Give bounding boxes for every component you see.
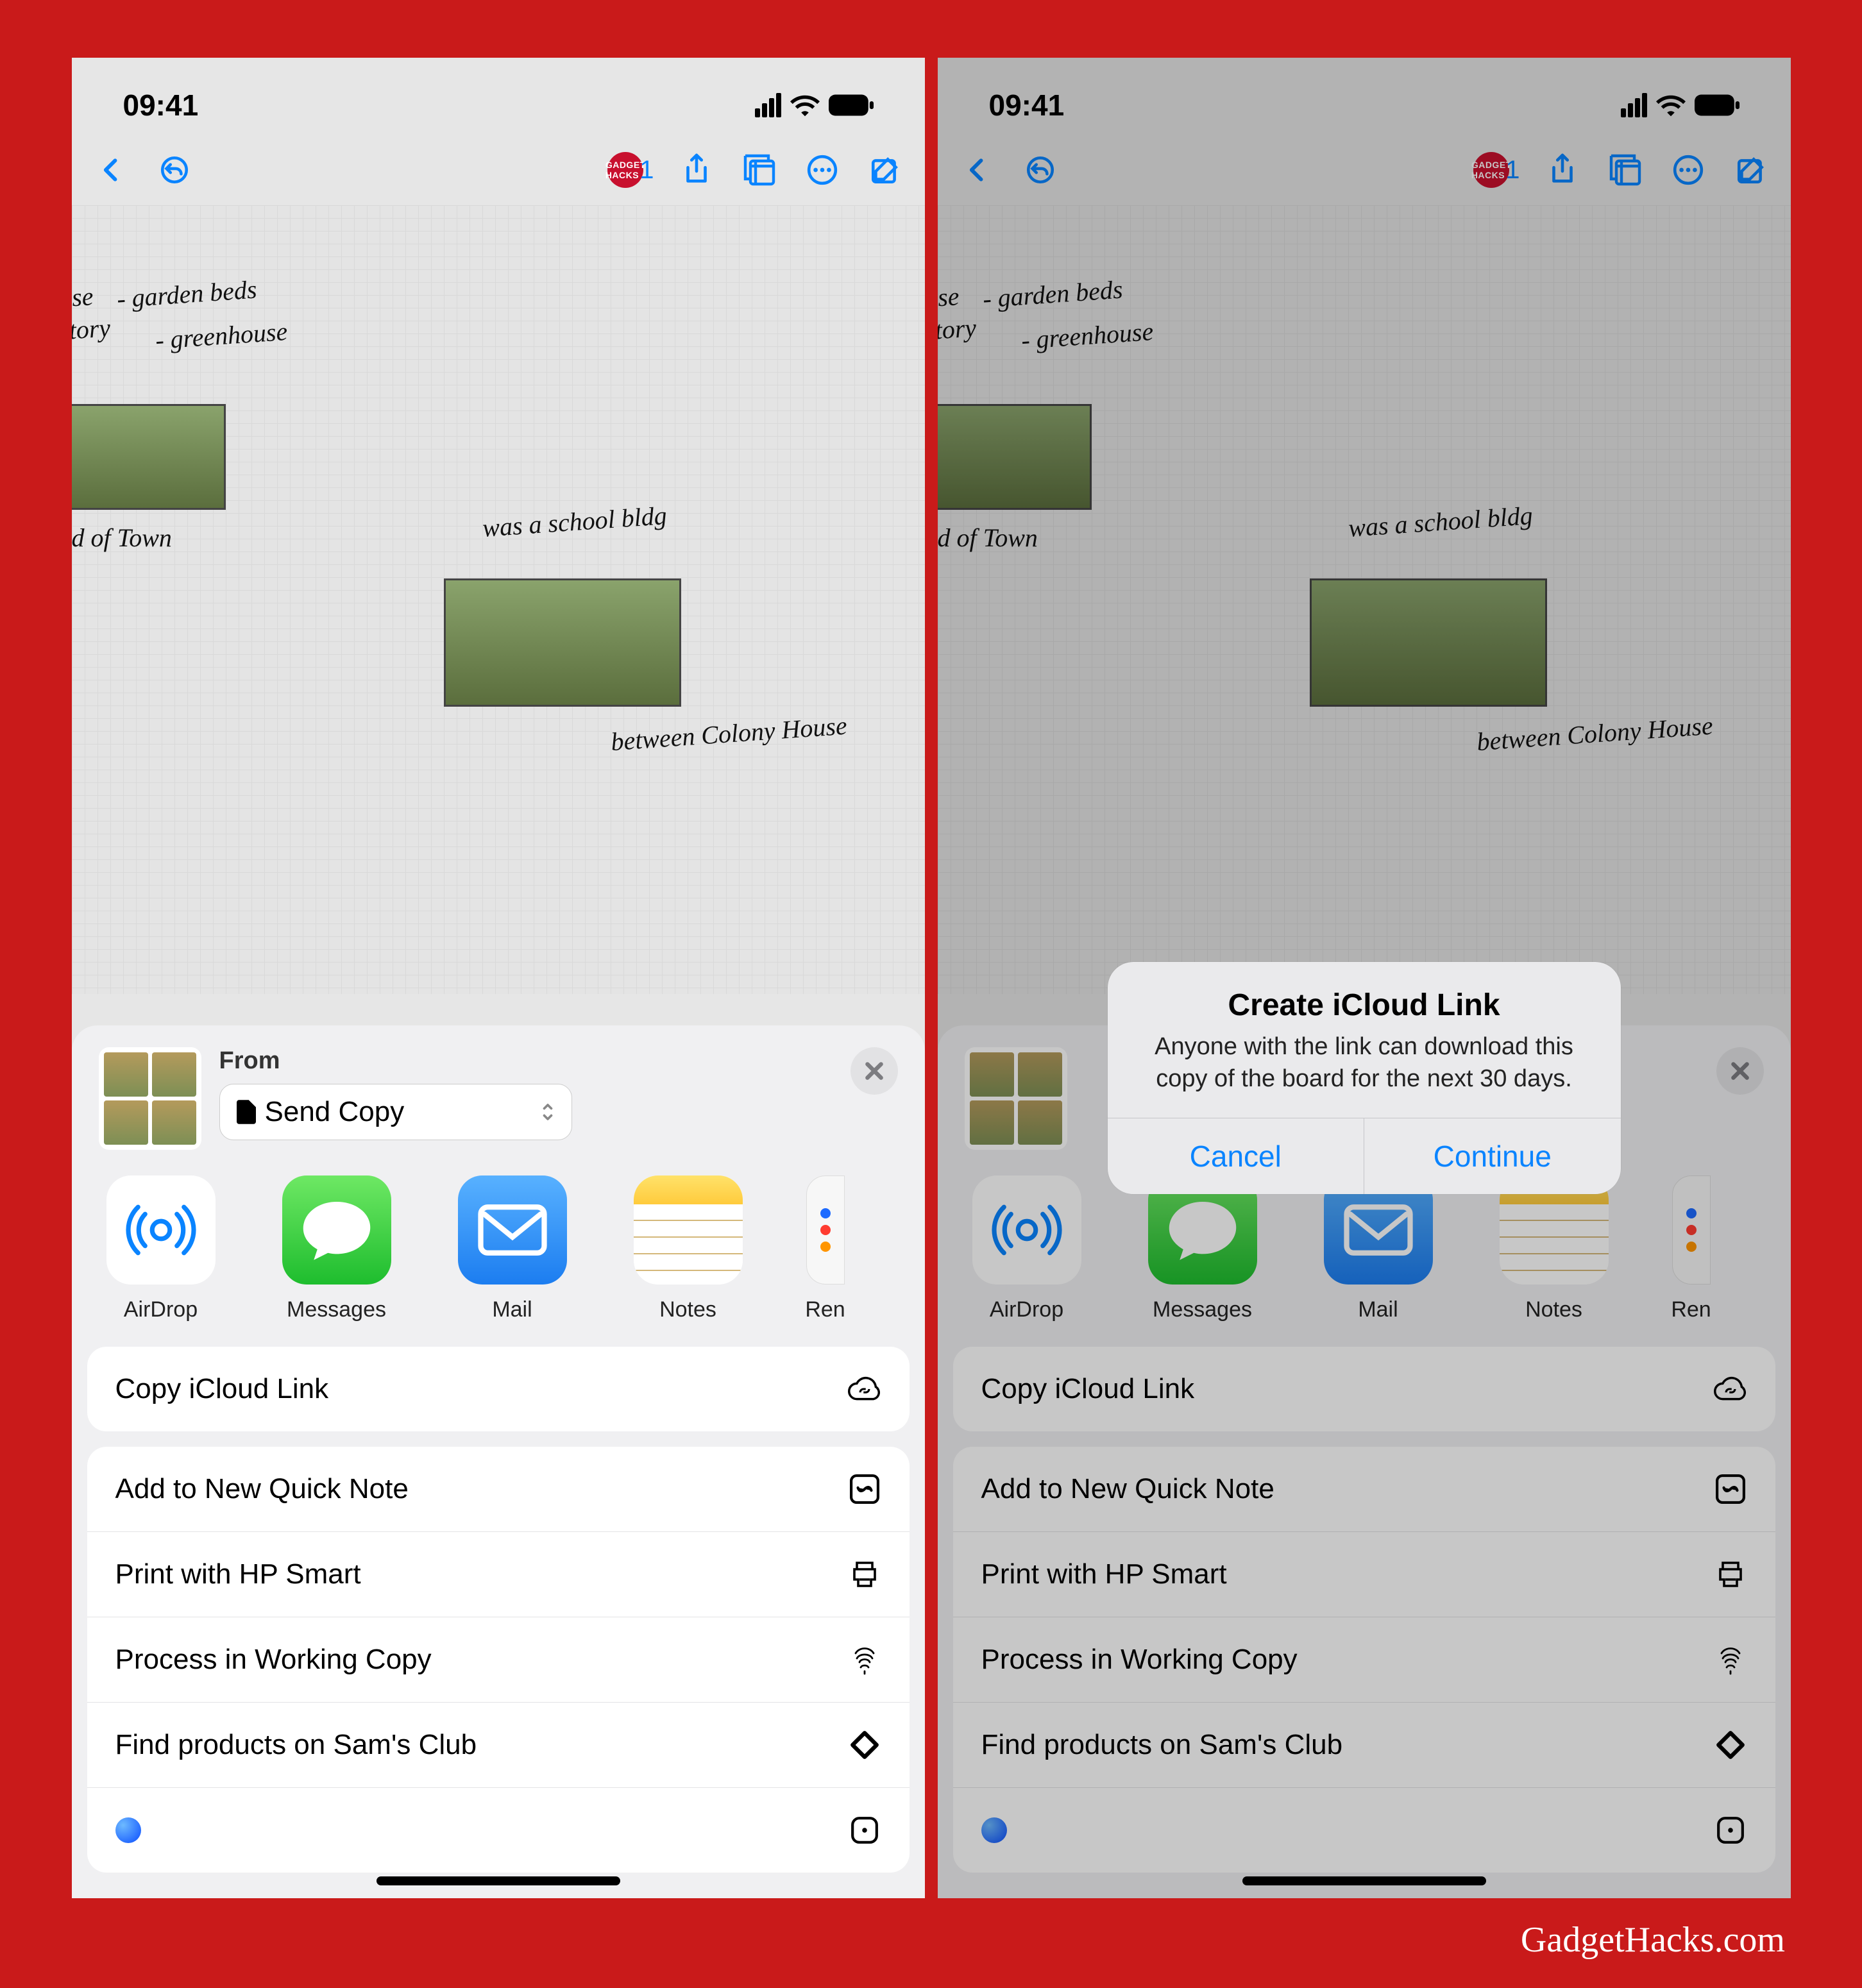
from-label: From [219,1047,833,1075]
handwriting-note: story [72,312,112,346]
home-indicator[interactable] [377,1876,620,1885]
compose-button[interactable] [865,149,906,190]
gadgethacks-avatar: GADGET HACKS [607,152,643,188]
action-quick-note[interactable]: Add to New Quick Note [87,1447,910,1531]
cancel-button[interactable]: Cancel [1108,1118,1364,1194]
close-button[interactable] [851,1047,898,1095]
app-airdrop[interactable]: AirDrop [94,1175,228,1322]
image-thumbnail[interactable] [444,578,681,707]
printer-icon [848,1558,881,1591]
handwriting-note: - garden beds [115,274,257,314]
box-dot-icon [848,1814,881,1847]
boards-button[interactable] [739,149,780,190]
action-print-hp[interactable]: Print with HP Smart [87,1531,910,1617]
handwriting-note: - greenhouse [154,316,288,355]
action-more[interactable] [87,1787,910,1873]
chevrons-icon [541,1101,555,1123]
alert-dialog: Create iCloud Link Anyone with the link … [1108,962,1621,1194]
share-apps-row[interactable]: AirDrop Messages Mail Notes [87,1170,910,1342]
action-copy-icloud-link[interactable]: Copy iCloud Link [87,1347,910,1431]
send-mode-picker[interactable]: Send Copy [219,1084,572,1140]
status-time: 09:41 [123,88,199,122]
notes-icon [634,1175,743,1285]
status-right [755,93,874,117]
site-credit: GadgetHacks.com [1521,1919,1785,1960]
alert-title: Create iCloud Link [1136,988,1593,1023]
document-icon [237,1100,256,1124]
close-icon [863,1060,885,1082]
cloud-link-icon [848,1372,881,1406]
collaborator-badge[interactable]: GADGET HACKS 1 [607,152,654,188]
mail-icon [458,1175,567,1285]
quick-note-icon [848,1472,881,1506]
freeform-canvas[interactable]: use story - garden beds - greenhouse nd … [72,205,925,994]
handwriting-note: between Colony House [609,710,854,757]
cell-signal-icon [755,93,781,117]
undo-button[interactable] [154,149,195,190]
app-messages[interactable]: Messages [269,1175,404,1322]
phone-left: 09:41 GADGET HACKS 1 [72,58,925,1898]
action-working-copy[interactable]: Process in Working Copy [87,1617,910,1702]
phone-right: 09:41 GADGET HACKS 1 use story - garden [938,58,1791,1898]
share-button[interactable] [676,149,717,190]
sheet-preview-thumb [99,1047,201,1150]
airdrop-icon [106,1175,216,1285]
more-button[interactable] [802,149,843,190]
image-thumbnail[interactable] [72,404,226,510]
home-indicator[interactable] [1242,1876,1486,1885]
handwriting-note: nd of Town [72,523,172,553]
toolbar: GADGET HACKS 1 [72,135,925,205]
picker-value: Send Copy [265,1096,405,1128]
alert-message: Anyone with the link can download this c… [1136,1031,1593,1095]
blue-dot-icon [115,1817,141,1843]
share-sheet: From Send Copy [72,1025,925,1898]
app-notes[interactable]: Notes [621,1175,756,1322]
back-button[interactable] [91,149,132,190]
action-sams-club[interactable]: Find products on Sam's Club [87,1702,910,1787]
handwriting-note: was a school bldg [481,500,667,543]
messages-icon [282,1175,391,1285]
wifi-icon [790,94,820,117]
app-mail[interactable]: Mail [445,1175,580,1322]
fingerprint-icon [848,1643,881,1676]
collaborator-count: 1 [639,156,654,185]
app-reminders-partial[interactable]: Ren [797,1175,854,1322]
handwriting-note: use [72,281,94,314]
diamond-icon [848,1728,881,1762]
continue-button[interactable]: Continue [1364,1118,1621,1194]
status-bar: 09:41 [72,58,925,135]
battery-icon [829,94,874,116]
reminders-icon [806,1175,845,1285]
